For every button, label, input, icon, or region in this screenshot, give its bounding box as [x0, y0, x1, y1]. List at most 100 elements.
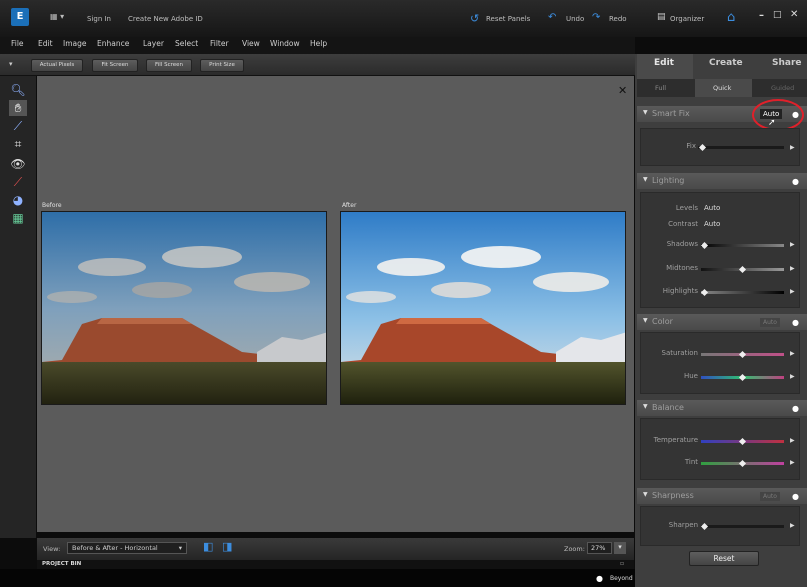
hue-label: Hue	[683, 372, 698, 380]
tab-edit[interactable]: Edit	[654, 58, 674, 68]
smart-fix-title: Smart Fix	[652, 109, 690, 118]
tip-bulb-smart-fix-icon[interactable]: ●	[792, 110, 799, 119]
home-icon[interactable]: ⌂	[727, 10, 735, 25]
contrast-label: Contrast	[668, 220, 698, 228]
midtones-label: Midtones	[666, 264, 698, 272]
temperature-slider-arrow-icon[interactable]: ▶	[790, 437, 795, 444]
zoom-dropdown-icon[interactable]: ▾	[614, 542, 626, 554]
tab-share[interactable]: Share	[772, 58, 802, 68]
redo-button[interactable]: Redo	[609, 15, 627, 23]
color-title: Color	[652, 317, 673, 326]
menu-select[interactable]: Select	[175, 39, 198, 48]
color-body	[640, 332, 800, 394]
saturation-label: Saturation	[661, 349, 699, 357]
saturation-slider-arrow-icon[interactable]: ▶	[790, 350, 795, 357]
fix-label: Fix	[686, 142, 696, 150]
close-document-icon[interactable]: ✕	[618, 84, 627, 97]
contrast-auto-button[interactable]: Auto	[704, 220, 720, 228]
move-tool-icon[interactable]: ▦	[9, 210, 27, 226]
quick-selection-tool-icon[interactable]: ⟋	[9, 118, 27, 134]
shadows-slider-arrow-icon[interactable]: ▶	[790, 241, 795, 248]
zoom-tool-icon[interactable]: 🔍︎	[9, 82, 27, 98]
tip-bulb-balance-icon[interactable]: ●	[792, 404, 799, 413]
hue-slider-arrow-icon[interactable]: ▶	[790, 373, 795, 380]
fix-slider-arrow-icon[interactable]: ▶	[790, 144, 795, 151]
actual-pixels-button[interactable]: Actual Pixels	[31, 59, 83, 72]
fix-slider[interactable]	[698, 146, 784, 149]
tip-bulb-lighting-icon[interactable]: ●	[792, 177, 799, 186]
redo-icon: ↷	[592, 12, 601, 23]
levels-auto-button[interactable]: Auto	[704, 204, 720, 212]
before-photo	[41, 211, 327, 405]
hand-tool-icon[interactable]: ✋︎	[9, 100, 27, 116]
highlights-label: Highlights	[662, 287, 698, 295]
tint-slider-arrow-icon[interactable]: ▶	[790, 459, 795, 466]
menu-edit[interactable]: Edit	[38, 39, 53, 48]
zoom-input[interactable]: 27%	[587, 542, 612, 554]
menu-enhance[interactable]: Enhance	[97, 39, 129, 48]
highlights-slider[interactable]	[701, 291, 784, 294]
options-collapse-icon[interactable]: ▾	[9, 60, 13, 68]
fit-screen-button[interactable]: Fit Screen	[92, 59, 138, 72]
tab-create[interactable]: Create	[709, 58, 743, 68]
highlights-slider-arrow-icon[interactable]: ▶	[790, 288, 795, 295]
workspace-menu-icon[interactable]: ▦ ▾	[50, 12, 72, 23]
collapse-arrow-icon: ▼	[643, 317, 648, 324]
subtab-full[interactable]: Full	[655, 84, 666, 92]
menu-window[interactable]: Window	[270, 39, 300, 48]
sharpness-auto-button[interactable]: Auto	[760, 492, 780, 501]
shadows-label: Shadows	[666, 240, 698, 248]
crop-tool-icon[interactable]: ⌗	[9, 136, 27, 152]
close-window-icon[interactable]: ✕	[790, 9, 798, 20]
sign-in-link[interactable]: Sign In	[87, 15, 111, 23]
print-size-button[interactable]: Print Size	[200, 59, 244, 72]
view-label: View:	[43, 545, 61, 553]
organizer-icon: ▤	[657, 12, 666, 22]
menu-help[interactable]: Help	[310, 39, 327, 48]
lighting-title: Lighting	[652, 176, 685, 185]
project-bin-collapse-icon[interactable]: ▫	[620, 560, 624, 567]
collapse-arrow-icon: ▼	[643, 109, 648, 116]
swap-before-after-icon[interactable]: ◧	[203, 540, 213, 553]
sharpen-slider-arrow-icon[interactable]: ▶	[790, 522, 795, 529]
sharpness-title: Sharpness	[652, 491, 694, 500]
color-auto-button[interactable]: Auto	[760, 318, 780, 327]
after-photo	[340, 211, 626, 405]
tip-bulb-sharpness-icon[interactable]: ●	[792, 492, 799, 501]
sharpen-slider[interactable]	[701, 525, 784, 528]
menu-image[interactable]: Image	[63, 39, 87, 48]
shadows-slider[interactable]	[701, 244, 784, 247]
view-mode-value: Before & After - Horizontal	[72, 544, 158, 552]
healing-brush-icon[interactable]: ⟋	[9, 174, 27, 190]
balance-body	[640, 418, 800, 480]
maximize-icon[interactable]: □	[773, 10, 782, 20]
menu-layer[interactable]: Layer	[143, 39, 164, 48]
fill-screen-button[interactable]: Fill Screen	[146, 59, 192, 72]
menu-filter[interactable]: Filter	[210, 39, 229, 48]
red-eye-tool-icon[interactable]: 👁︎	[9, 156, 27, 172]
view-mode-select[interactable]: Before & After - Horizontal ▾	[67, 542, 187, 554]
tip-bulb-color-icon[interactable]: ●	[792, 318, 799, 327]
create-adobe-id-link[interactable]: Create New Adobe ID	[128, 15, 203, 23]
before-label: Before	[42, 202, 62, 209]
menu-file[interactable]: File	[11, 39, 24, 48]
undo-button[interactable]: Undo	[566, 15, 584, 23]
smart-brush-icon[interactable]: ◕	[9, 192, 27, 208]
undo-icon: ↶	[548, 12, 557, 23]
menu-view[interactable]: View	[242, 39, 260, 48]
subtab-guided[interactable]: Guided	[771, 84, 794, 92]
reset-panels-button[interactable]: Reset Panels	[486, 15, 530, 23]
minimize-icon[interactable]: –	[759, 10, 764, 21]
project-bin-bar[interactable]	[37, 560, 634, 569]
levels-label: Levels	[675, 204, 698, 212]
project-bin-label: PROJECT BIN	[42, 561, 82, 567]
collapse-arrow-icon: ▼	[643, 403, 648, 410]
match-zoom-icon[interactable]: ◨	[222, 540, 232, 553]
reset-button[interactable]: Reset	[689, 551, 759, 566]
after-label: After	[342, 202, 357, 209]
sharpen-label: Sharpen	[668, 521, 698, 529]
subtab-quick[interactable]: Quick	[713, 84, 731, 92]
temperature-label: Temperature	[653, 436, 698, 444]
midtones-slider-arrow-icon[interactable]: ▶	[790, 265, 795, 272]
organizer-button[interactable]: Organizer	[670, 15, 704, 23]
